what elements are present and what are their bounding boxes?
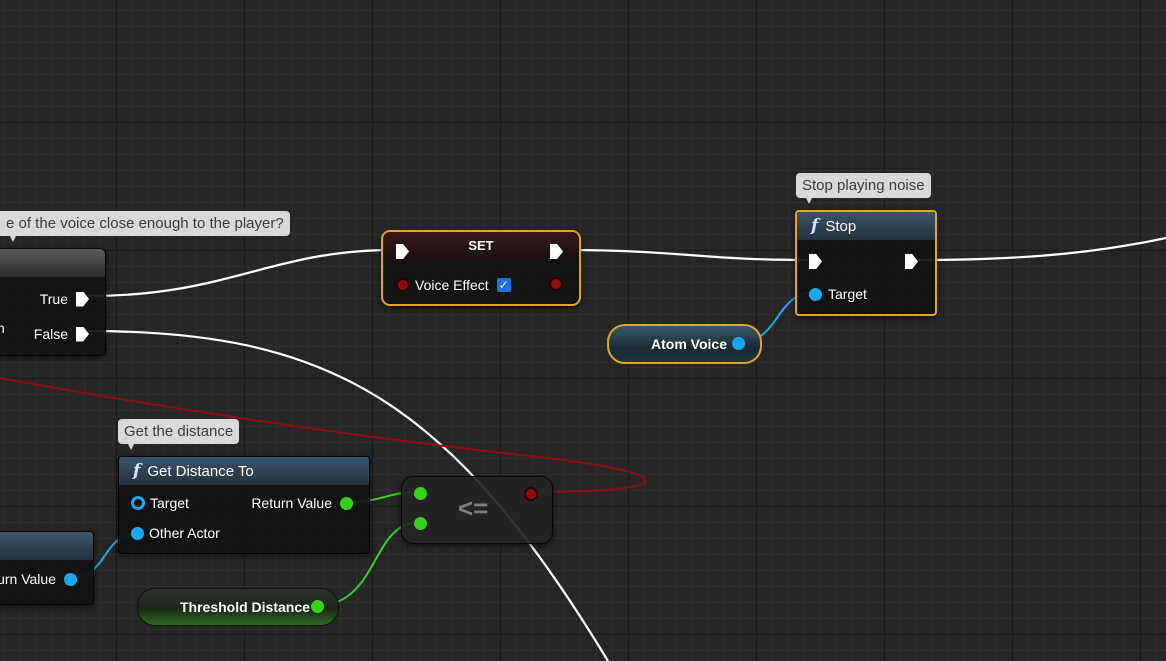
stop-node-title: Stop <box>825 217 857 235</box>
threshold-distance-label: Threshold Distance <box>180 599 310 615</box>
stop-exec-out-icon[interactable] <box>905 254 918 269</box>
exec-out-false-icon[interactable] <box>76 326 89 342</box>
branch-condition-label-fragment: n <box>0 320 5 336</box>
get-distance-title: Get Distance To <box>147 462 254 480</box>
compare-input-a-icon[interactable] <box>414 487 427 500</box>
left-getter-node[interactable]: urn Value <box>0 531 94 605</box>
object-pin-icon[interactable] <box>64 572 77 586</box>
threshold-distance-getter[interactable]: Threshold Distance <box>137 588 339 626</box>
left-getter-header <box>0 532 93 560</box>
branch-false-pin-row[interactable]: False <box>34 326 89 342</box>
compare-operator: <= <box>458 493 489 523</box>
get-distance-return-label: Return Value <box>251 495 332 511</box>
branch-true-pin-row[interactable]: True <box>40 291 89 307</box>
get-distance-node[interactable]: f Get Distance To Target Other Actor Ret… <box>118 456 370 554</box>
compare-node[interactable]: <= <box>401 476 553 544</box>
threshold-out-icon[interactable] <box>311 600 324 613</box>
comment-distance-text: Get the distance <box>124 423 234 440</box>
branch-true-label: True <box>39 291 68 307</box>
stop-target-row[interactable]: Target <box>809 286 867 302</box>
get-distance-header: f Get Distance To <box>119 457 369 485</box>
exec-wire-stop-out <box>917 236 1166 262</box>
set-node-header: SET <box>383 232 579 258</box>
set-bool-out-icon[interactable] <box>549 277 563 291</box>
comment-stop-text: Stop playing noise <box>802 177 925 194</box>
branch-false-label: False <box>33 326 68 342</box>
bool-pin-icon[interactable] <box>396 278 410 292</box>
set-voice-effect-row[interactable]: Voice Effect ✓ <box>396 277 511 293</box>
stop-exec-in-icon[interactable] <box>809 254 822 269</box>
exec-out-true-icon[interactable] <box>76 291 89 307</box>
object-pin-icon[interactable] <box>809 287 822 301</box>
compare-output-icon[interactable] <box>524 487 538 501</box>
float-pin-icon[interactable] <box>340 496 353 510</box>
exec-wire-true-to-set <box>87 248 395 298</box>
get-distance-return-row[interactable]: Return Value <box>251 495 353 511</box>
comment-stop[interactable]: Stop playing noise <box>796 173 931 204</box>
left-getter-return-row[interactable]: urn Value <box>0 571 77 587</box>
function-icon: f <box>811 216 819 236</box>
set-var-label: Voice Effect <box>415 277 489 293</box>
function-icon: f <box>133 461 141 481</box>
branch-node[interactable]: True False n <box>0 248 106 356</box>
stop-node[interactable]: f Stop Target <box>795 210 937 316</box>
set-node[interactable]: SET Voice Effect ✓ <box>381 230 581 306</box>
comment-branch-text: e of the voice close enough to the playe… <box>6 215 284 232</box>
comment-branch[interactable]: e of the voice close enough to the playe… <box>0 211 290 242</box>
get-distance-target-row[interactable]: Target <box>131 495 189 511</box>
branch-node-header <box>0 249 105 277</box>
voice-effect-checkbox[interactable]: ✓ <box>496 278 511 292</box>
atom-voice-out-icon[interactable] <box>732 337 745 350</box>
left-getter-return-label: urn Value <box>0 571 56 587</box>
exec-wire-set-to-stop <box>562 248 811 262</box>
wires-layer <box>0 236 1166 661</box>
get-distance-other-actor-label: Other Actor <box>149 525 220 541</box>
get-distance-other-actor-row[interactable]: Other Actor <box>131 525 220 541</box>
comment-distance[interactable]: Get the distance <box>118 419 240 450</box>
set-node-title: SET <box>468 237 494 253</box>
compare-input-b-icon[interactable] <box>414 517 427 530</box>
atom-voice-getter[interactable]: Atom Voice <box>607 324 762 364</box>
get-distance-target-label: Target <box>150 495 189 511</box>
atom-voice-label: Atom Voice <box>651 336 727 352</box>
object-pin-hollow-icon[interactable] <box>131 496 145 510</box>
stop-node-header: f Stop <box>797 212 935 240</box>
object-pin-icon[interactable] <box>131 526 144 540</box>
stop-target-label: Target <box>828 286 867 302</box>
